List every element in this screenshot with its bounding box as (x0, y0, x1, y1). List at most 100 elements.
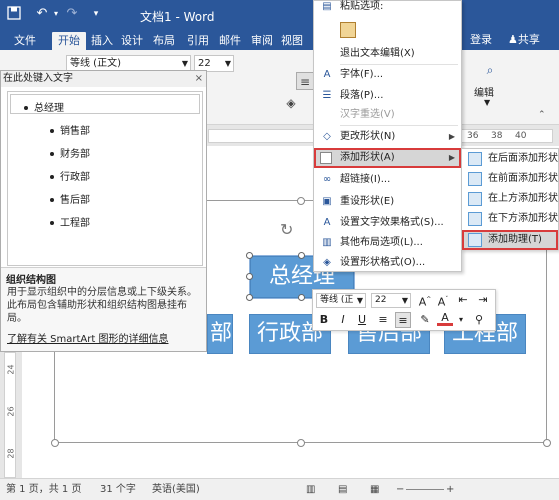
font-color-button[interactable]: A (437, 310, 453, 326)
menu-item-label: 超链接(I)... (340, 174, 391, 185)
menu-item-add-shape[interactable]: 添加形状(A) ▶ (314, 148, 461, 168)
paste-options-header: ▤ 粘贴选项: (314, 0, 461, 17)
edit-group-label[interactable]: 编辑 (474, 84, 494, 99)
resize-handle[interactable] (51, 439, 59, 447)
tab-layout[interactable]: 布局 (150, 32, 178, 50)
submenu-item-add-before[interactable]: 在前面添加形状 (462, 169, 558, 189)
mini-font-size-value: 22 (375, 295, 387, 305)
chevron-down-icon: ▼ (484, 98, 491, 107)
list-item[interactable]: 财务部 (50, 145, 90, 160)
highlight-color-icon[interactable]: ✎ (417, 312, 433, 328)
list-item[interactable]: 售后部 (50, 191, 90, 206)
list-item[interactable]: 总经理 (24, 99, 64, 114)
web-layout-icon[interactable]: ▦ (370, 479, 379, 500)
text-pane-list[interactable]: 总经理 销售部 财务部 行政部 售后部 工程部 (7, 91, 203, 266)
format-painter-icon[interactable]: ⚲ (471, 312, 487, 328)
align-center-icon[interactable]: ≡ (395, 312, 411, 328)
tab-design[interactable]: 设计 (118, 32, 146, 50)
login-link[interactable]: 登录 (470, 32, 492, 48)
zoom-slider[interactable] (406, 489, 444, 490)
read-mode-icon[interactable]: ▥ (306, 479, 315, 500)
vertical-ruler[interactable]: 24 26 28 (0, 352, 18, 478)
resize-handle[interactable] (297, 439, 305, 447)
submenu-item-add-after[interactable]: 在后面添加形状 (462, 149, 558, 169)
submenu-item-add-above[interactable]: 在上方添加形状 (462, 189, 558, 209)
list-item[interactable]: 工程部 (50, 214, 90, 229)
rotate-handle-icon[interactable]: ↻ (280, 220, 293, 239)
status-words[interactable]: 31 个字 (100, 479, 136, 500)
mini-font-name-combo[interactable]: 等线 (正 ▼ (316, 293, 366, 308)
selection-handle[interactable] (298, 294, 305, 301)
menu-item-text-effects[interactable]: A 设置文字效果格式(S)... (314, 213, 461, 233)
menu-item-reconvert[interactable]: 汉字重选(V) (314, 105, 461, 125)
menu-item-label: 段落(P)... (340, 90, 384, 101)
menu-item-font[interactable]: A 字体(F)... (314, 65, 461, 85)
tab-insert[interactable]: 插入 (88, 32, 116, 50)
tab-home[interactable]: 开始 (52, 32, 86, 50)
share-button[interactable]: ♟共享 (508, 32, 540, 48)
status-page[interactable]: 第 1 页，共 1 页 (6, 479, 81, 500)
submenu-item-label: 在下方添加形状 (488, 213, 558, 224)
selection-handle[interactable] (246, 294, 253, 301)
bold-button[interactable]: B (316, 312, 332, 328)
tab-file[interactable]: 文件 (6, 32, 44, 50)
chevron-down-icon: ▼ (181, 59, 188, 68)
tab-references[interactable]: 引用 (184, 32, 212, 50)
align-left-icon[interactable]: ≡ (375, 312, 391, 328)
collapse-ribbon-icon[interactable]: ⌃ (538, 110, 546, 120)
menu-item-hyperlink[interactable]: ∞ 超链接(I)... (314, 170, 461, 190)
list-item[interactable]: 销售部 (50, 122, 90, 137)
menu-item-reset-shape[interactable]: ▣ 重设形状(E) (314, 192, 461, 212)
tab-mailings[interactable]: 邮件 (216, 32, 244, 50)
status-language[interactable]: 英语(美国) (152, 479, 200, 500)
mini-font-name-value: 等线 (正 (320, 295, 354, 305)
underline-button[interactable]: U (354, 312, 370, 328)
search-icon[interactable]: ⌕ (478, 58, 502, 82)
zoom-in-icon[interactable]: + (446, 479, 454, 500)
list-item-text: 总经理 (34, 103, 64, 114)
list-item[interactable]: 行政部 (50, 168, 90, 183)
customize-qat-icon[interactable]: ▾ (88, 6, 104, 22)
zoom-out-icon[interactable]: − (396, 479, 404, 500)
save-icon[interactable] (6, 6, 22, 22)
list-item-text: 工程部 (60, 218, 90, 229)
ruler-number: 36 (467, 131, 479, 141)
align-center-icon[interactable]: ≡ (296, 72, 314, 90)
tab-view[interactable]: 视图 (278, 32, 306, 50)
add-shape-below-icon (468, 212, 482, 226)
menu-item-layout-options[interactable]: ▥ 其他布局选项(L)... (314, 233, 461, 253)
shrink-font-icon[interactable]: Aˇ (435, 292, 451, 309)
menu-item-change-shape[interactable]: ◇ 更改形状(N) ▶ (314, 127, 461, 147)
mini-font-size-combo[interactable]: 22 ▼ (371, 293, 411, 308)
selection-handle[interactable] (246, 273, 253, 280)
selection-handle[interactable] (298, 252, 305, 259)
submenu-item-add-below[interactable]: 在下方添加形状 (462, 209, 558, 229)
submenu-item-add-assistant[interactable]: 添加助理(T) (462, 230, 558, 250)
paste-keep-text-button[interactable] (314, 18, 461, 42)
grow-font-icon[interactable]: A^ (417, 292, 433, 309)
menu-item-exit-edit[interactable]: 退出文本编辑(X) (314, 44, 461, 64)
increase-indent-icon[interactable]: ⇥ (475, 292, 491, 308)
selection-handle[interactable] (246, 252, 253, 259)
decrease-indent-icon[interactable]: ⇤ (455, 292, 471, 308)
smartart-help-link[interactable]: 了解有关 SmartArt 图形的详细信息 (7, 330, 168, 345)
share-label: 共享 (517, 33, 540, 46)
tab-review[interactable]: 审阅 (248, 32, 276, 50)
resize-handle[interactable] (543, 439, 551, 447)
undo-dropdown-icon[interactable]: ▾ (48, 6, 64, 22)
ribbon-tabs: 文件 开始 插入 设计 布局 引用 邮件 审阅 视图 登录 ♟共享 (0, 30, 559, 50)
print-layout-icon[interactable]: ▤ (338, 479, 347, 500)
resize-handle[interactable] (297, 197, 305, 205)
text-pane-title: 在此处键入文字 (3, 73, 73, 84)
redo-icon[interactable]: ↷ (64, 6, 80, 22)
text-effects-icon: A (323, 217, 331, 228)
chevron-down-icon[interactable]: ▾ (453, 312, 469, 328)
close-icon[interactable]: × (195, 71, 203, 87)
shading-icon[interactable]: ◈ (282, 94, 300, 112)
add-shape-submenu: 在后面添加形状 在前面添加形状 在上方添加形状 在下方添加形状 添加助理(T) (461, 148, 559, 250)
menu-item-format-shape[interactable]: ◈ 设置形状格式(O)... (314, 253, 461, 273)
menu-item-label: 重设形状(E) (340, 196, 395, 207)
org-box-partial[interactable]: 部 (207, 314, 233, 354)
italic-button[interactable]: I (335, 312, 351, 328)
menu-item-paragraph[interactable]: ☰ 段落(P)... (314, 86, 461, 106)
